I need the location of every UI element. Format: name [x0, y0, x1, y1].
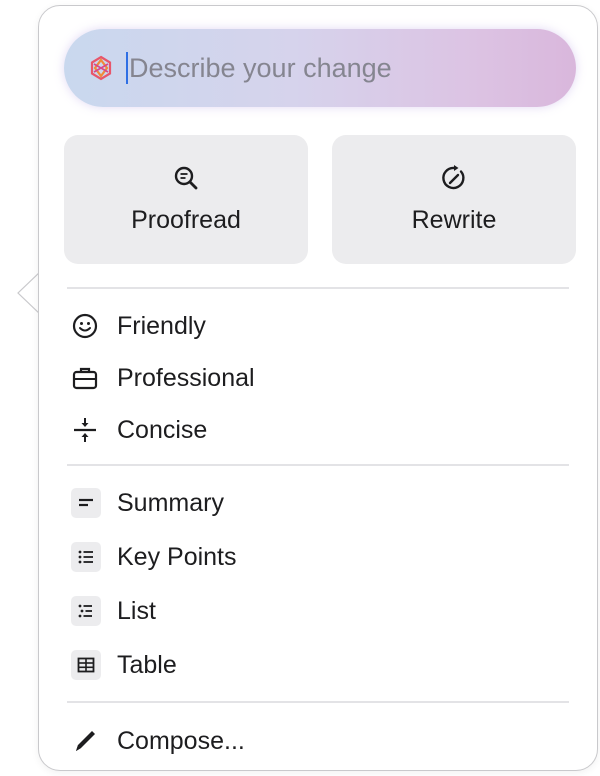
menu-item-label: Concise	[117, 415, 208, 444]
rewrite-label: Rewrite	[411, 206, 497, 234]
pencil-icon	[69, 725, 101, 757]
describe-change-input[interactable]	[129, 52, 509, 84]
menu-item-table[interactable]: Table	[69, 643, 569, 687]
table-icon	[71, 650, 101, 680]
key-points-icon	[71, 542, 101, 572]
proofread-label: Proofread	[131, 206, 241, 234]
magnifier-doc-icon	[172, 164, 200, 192]
menu-item-summary[interactable]: Summary	[69, 481, 569, 525]
rewrite-arrow-icon	[440, 164, 468, 192]
menu-item-friendly[interactable]: Friendly	[69, 304, 569, 348]
proofread-button[interactable]: Proofread	[64, 135, 308, 264]
text-caret	[126, 52, 128, 84]
menu-item-label: List	[117, 596, 156, 625]
compress-icon	[69, 414, 101, 446]
smiley-icon	[69, 310, 101, 342]
menu-item-label: Compose...	[117, 726, 245, 755]
writing-tools-icon	[86, 53, 116, 83]
menu-item-label: Professional	[117, 363, 255, 392]
divider	[67, 287, 569, 289]
divider	[67, 701, 569, 703]
list-icon	[71, 596, 101, 626]
menu-item-key-points[interactable]: Key Points	[69, 535, 569, 579]
divider	[67, 464, 569, 466]
menu-item-list[interactable]: List	[69, 589, 569, 633]
menu-item-label: Summary	[117, 488, 224, 517]
rewrite-button[interactable]: Rewrite	[332, 135, 576, 264]
menu-item-label: Friendly	[117, 311, 206, 340]
menu-item-professional[interactable]: Professional	[69, 356, 569, 400]
briefcase-icon	[69, 362, 101, 394]
menu-item-label: Key Points	[117, 542, 237, 571]
menu-item-label: Table	[117, 650, 177, 679]
summary-icon	[71, 488, 101, 518]
menu-item-concise[interactable]: Concise	[69, 408, 569, 452]
describe-change-field[interactable]	[64, 29, 576, 107]
writing-tools-popover: Proofread Rewrite Friendly	[38, 5, 598, 771]
menu-item-compose[interactable]: Compose...	[69, 719, 569, 763]
